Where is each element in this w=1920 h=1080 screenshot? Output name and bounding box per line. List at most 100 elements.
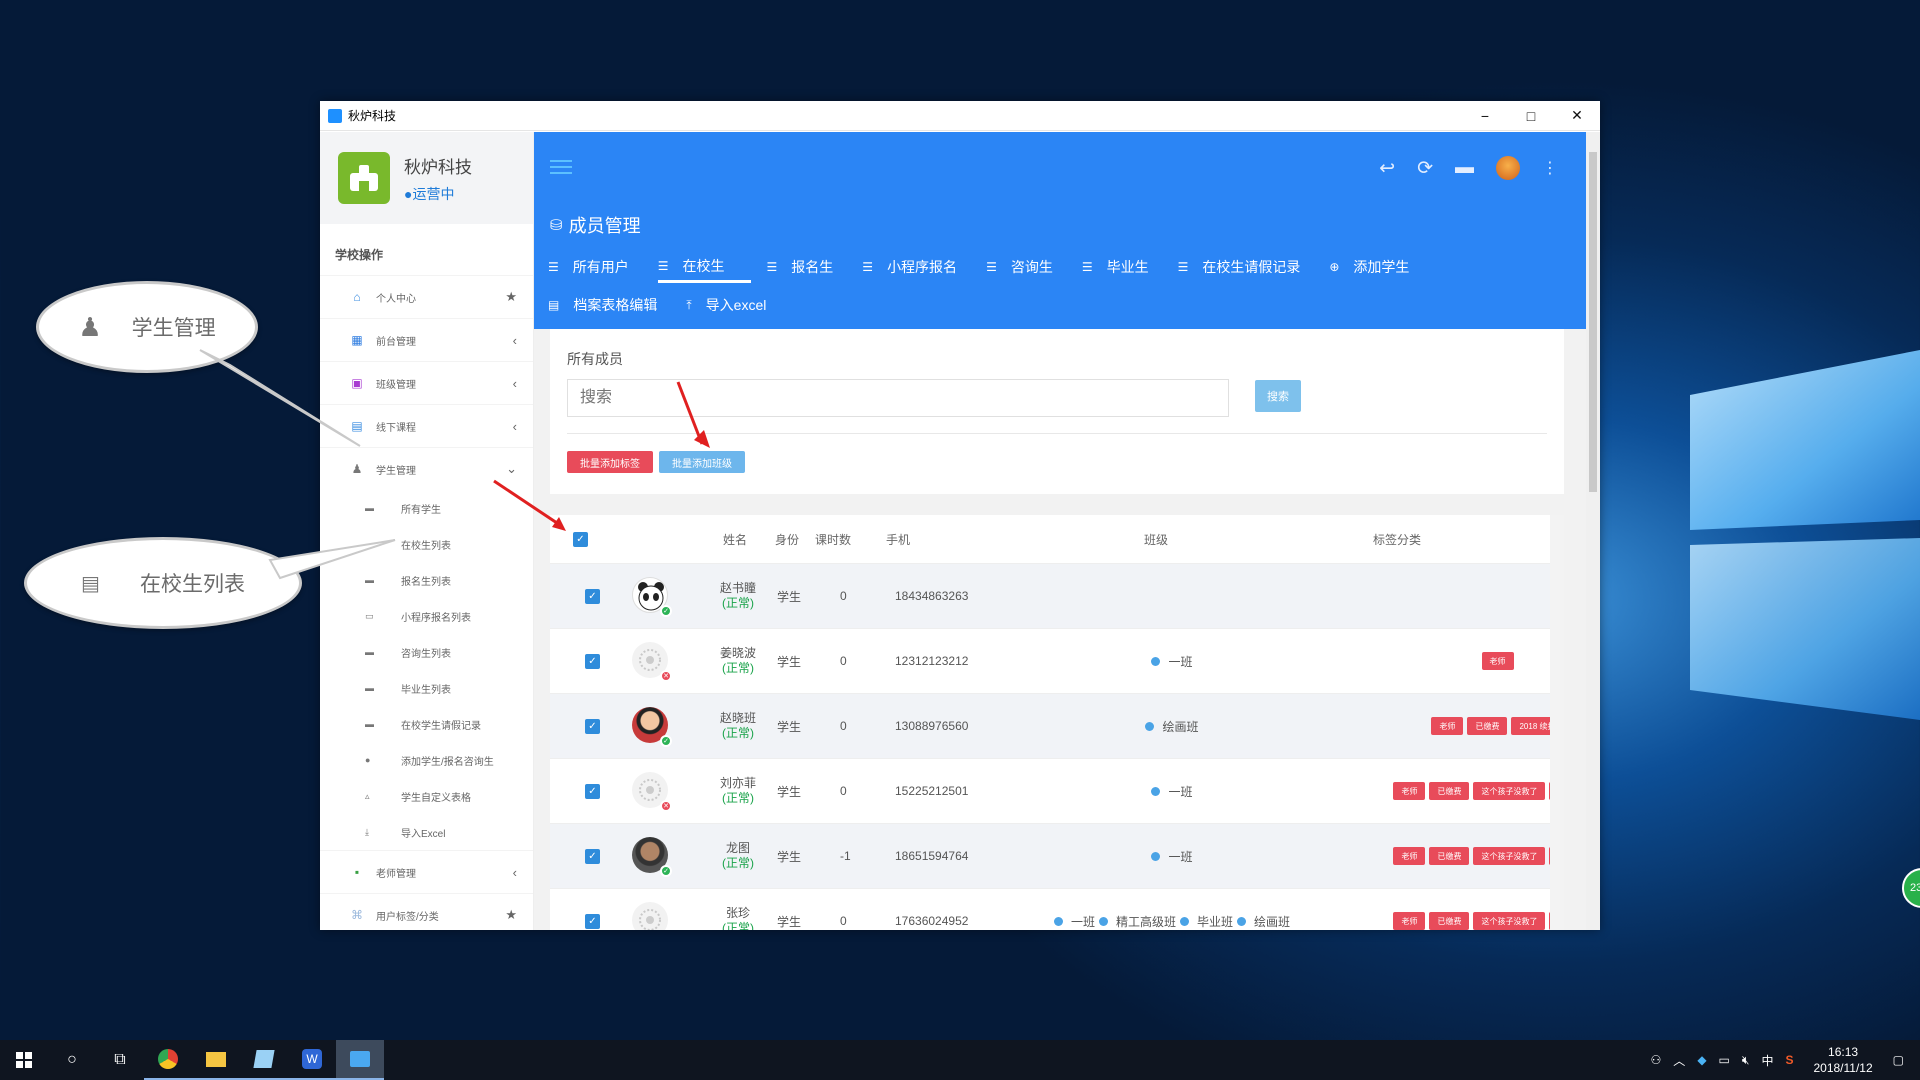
sidebar-subitem-leave-records[interactable]: ▬ 在校学生请假记录 (320, 706, 533, 742)
network-icon[interactable]: ▭ (1719, 1053, 1730, 1067)
table-row[interactable]: ✓ ✓ 龙图(正常) 学生 -1 18651594764 一班 老师已缴费这个孩子没救了201… (550, 824, 1564, 889)
tray-expand-icon[interactable]: ︿ (1673, 1052, 1685, 1069)
sidebar-item-student-management[interactable]: ♟ 学生管理 ⌄ (320, 447, 533, 490)
sidebar-subitem-import-excel[interactable]: ⤓ 导入Excel (320, 814, 533, 850)
minimize-button[interactable]: − (1462, 101, 1508, 131)
student-name-cell[interactable]: 姜晓波 (正常) (708, 646, 768, 676)
tag-badge[interactable]: 已缴费 (1467, 717, 1508, 735)
table-row[interactable]: ✓ ✓ 赵书瞳 (正常) 学生 0 18434863263 (550, 564, 1564, 629)
tab-leave-records[interactable]: ☰ 在校生请假记录 (1178, 251, 1314, 283)
row-checkbox[interactable]: ✓ (585, 913, 600, 929)
table-row[interactable]: ✓ ✓ 张珍(正常) 学生 0 17636024952 一班 精工高级班 毕业班 绘画班 老师已缴费… (550, 889, 1564, 930)
tag-badge[interactable]: 已缴费 (1429, 912, 1470, 930)
search-button[interactable]: 搜索 (1255, 380, 1301, 412)
tag-badge[interactable]: 已缴费 (1429, 847, 1470, 865)
scrollbar-thumb[interactable] (1589, 152, 1597, 492)
notepad-icon[interactable] (240, 1040, 288, 1080)
row-checkbox[interactable]: ✓ (585, 718, 600, 734)
task-view-icon[interactable]: ⧉ (96, 1040, 144, 1080)
back-icon[interactable]: ↩ (1379, 157, 1395, 180)
tag-badge[interactable]: 老师 (1393, 847, 1426, 865)
tab-miniprogram[interactable]: ☰ 小程序报名 (862, 251, 970, 283)
row-checkbox[interactable]: ✓ (585, 653, 600, 669)
refresh-icon[interactable]: ⟳ (1417, 157, 1433, 180)
table-scrollbar[interactable] (1550, 515, 1564, 930)
batch-add-tag-button[interactable]: 批量添加标签 (567, 451, 653, 473)
start-icon[interactable] (0, 1040, 48, 1080)
student-name-cell[interactable]: 刘亦菲 (正常) (708, 776, 768, 806)
ime-indicator[interactable]: 中 (1761, 1052, 1773, 1069)
tab-enrolled[interactable]: ☰ 在校生 (657, 251, 751, 283)
maximize-button[interactable]: □ (1508, 101, 1554, 131)
student-name[interactable]: 张珍 (708, 906, 768, 921)
hamburger-menu-icon[interactable] (550, 160, 572, 174)
sidebar-subitem-miniprogram-list[interactable]: ▭ 小程序报名列表 (320, 598, 533, 634)
cortana-search-icon[interactable]: ○ (48, 1040, 96, 1080)
tab-import-excel[interactable]: ⤒ 导入excel (686, 289, 779, 321)
people-icon[interactable]: ⚇ (1651, 1053, 1662, 1067)
sidebar-subitem-add-student[interactable]: ● 添加学生/报名咨询生 (320, 742, 533, 778)
table-row[interactable]: ✓ ✕ 刘亦菲(正常) 学生 0 15225212501 一班 老师已缴费这个孩子没救了201… (550, 759, 1564, 824)
row-checkbox[interactable]: ✓ (585, 783, 600, 799)
sidebar-subitem-enrolled-list[interactable]: ▬ 在校生列表 (320, 526, 533, 562)
notification-badge[interactable]: 23 (1902, 868, 1920, 908)
sidebar-item-offline-course[interactable]: ▤ 线下课程 ‹ (320, 404, 533, 447)
row-checkbox[interactable]: ✓ (585, 848, 600, 864)
tag-badge[interactable]: 这个孩子没救了 (1473, 782, 1546, 800)
student-name[interactable]: 龙图 (708, 841, 768, 856)
tab-consult[interactable]: ☰ 咨询生 (986, 251, 1066, 283)
action-center-icon[interactable]: ▢ (1893, 1053, 1904, 1067)
student-name-cell[interactable]: 龙图 (正常) (708, 841, 768, 871)
table-row[interactable]: ✓ ✕ 姜晓波 (正常) 学生 0 12312123212 一班 老师 (550, 629, 1564, 694)
sidebar-item-class-management[interactable]: ▣ 班级管理 ‹ (320, 361, 533, 404)
wps-icon[interactable]: W (288, 1040, 336, 1080)
sogou-ime-icon[interactable]: S (1785, 1053, 1793, 1067)
student-name-cell[interactable]: 张珍 (正常) (708, 906, 768, 930)
class-label: 一班 (1168, 784, 1193, 799)
app-taskbar-icon[interactable] (336, 1040, 384, 1080)
tag-badge[interactable]: 老师 (1481, 652, 1514, 670)
close-button[interactable]: ✕ (1554, 101, 1600, 131)
volume-muted-icon[interactable]: 🔇︎ (1742, 1053, 1750, 1068)
tag-badge[interactable]: 这个孩子没救了 (1473, 912, 1546, 930)
tab-all-users[interactable]: ☰ 所有用户 (548, 251, 642, 283)
user-avatar[interactable] (1496, 156, 1520, 180)
tag-badge[interactable]: 这个孩子没救了 (1473, 847, 1546, 865)
student-name-cell[interactable]: 赵晓班 (正常) (708, 711, 768, 741)
tray-app-icon[interactable]: ◆ (1697, 1053, 1706, 1067)
tag-badge[interactable]: 已缴费 (1429, 782, 1470, 800)
tag-badge[interactable]: 老师 (1431, 717, 1464, 735)
student-name[interactable]: 赵晓班 (708, 711, 768, 726)
message-icon[interactable]: ▬ (1455, 157, 1474, 179)
sidebar-item-front-desk[interactable]: ▦ 前台管理 ‹ (320, 318, 533, 361)
select-all-checkbox[interactable]: ✓ (573, 531, 588, 547)
student-name[interactable]: 刘亦菲 (708, 776, 768, 791)
tab-graduates[interactable]: ☰ 毕业生 (1082, 251, 1162, 283)
sidebar-item-user-tags[interactable]: ⌘ 用户标签/分类 ★ (320, 893, 533, 930)
sidebar-subitem-consult-list[interactable]: ▬ 咨询生列表 (320, 634, 533, 670)
sidebar-subitem-applicant-list[interactable]: ▬ 报名生列表 (320, 562, 533, 598)
tab-archive-edit[interactable]: ▤ 档案表格编辑 (548, 289, 670, 321)
student-name[interactable]: 姜晓波 (708, 646, 768, 661)
sidebar-subitem-custom-table[interactable]: ▵ 学生自定义表格 (320, 778, 533, 814)
file-explorer-icon[interactable] (192, 1040, 240, 1080)
tag-badge[interactable]: 老师 (1393, 782, 1426, 800)
student-name[interactable]: 赵书瞳 (708, 581, 768, 596)
batch-add-class-button[interactable]: 批量添加班级 (659, 451, 745, 473)
more-vertical-icon[interactable]: ⋮ (1542, 158, 1558, 178)
table-row[interactable]: ✓ ✓ 赵晓班 (正常) 学生 0 13088976560 绘画班 老师 已缴费 2018 续报 (550, 694, 1564, 759)
sidebar-subitem-graduate-list[interactable]: ▬ 毕业生列表 (320, 670, 533, 706)
student-name-cell[interactable]: 赵书瞳 (正常) (708, 581, 768, 611)
tag-badge[interactable]: 老师 (1393, 912, 1426, 930)
sidebar-item-teacher-management[interactable]: ▪ 老师管理 ‹ (320, 850, 533, 893)
clock[interactable]: 16:13 2018/11/12 (1813, 1044, 1872, 1076)
tab-add-student[interactable]: ⊕ 添加学生 (1329, 251, 1422, 283)
student-tags: 老师已缴费这个孩子没救了2018 续报 (1370, 782, 1564, 800)
sidebar-subitem-all-students[interactable]: ▬ 所有学生 (320, 490, 533, 526)
search-input[interactable] (567, 379, 1229, 417)
chrome-icon[interactable] (144, 1040, 192, 1080)
window-scrollbar[interactable] (1586, 132, 1600, 930)
tab-applicants[interactable]: ☰ 报名生 (767, 251, 847, 283)
row-checkbox[interactable]: ✓ (585, 588, 600, 604)
sidebar-item-personal-center[interactable]: ⌂ 个人中心 ★ (320, 275, 533, 318)
